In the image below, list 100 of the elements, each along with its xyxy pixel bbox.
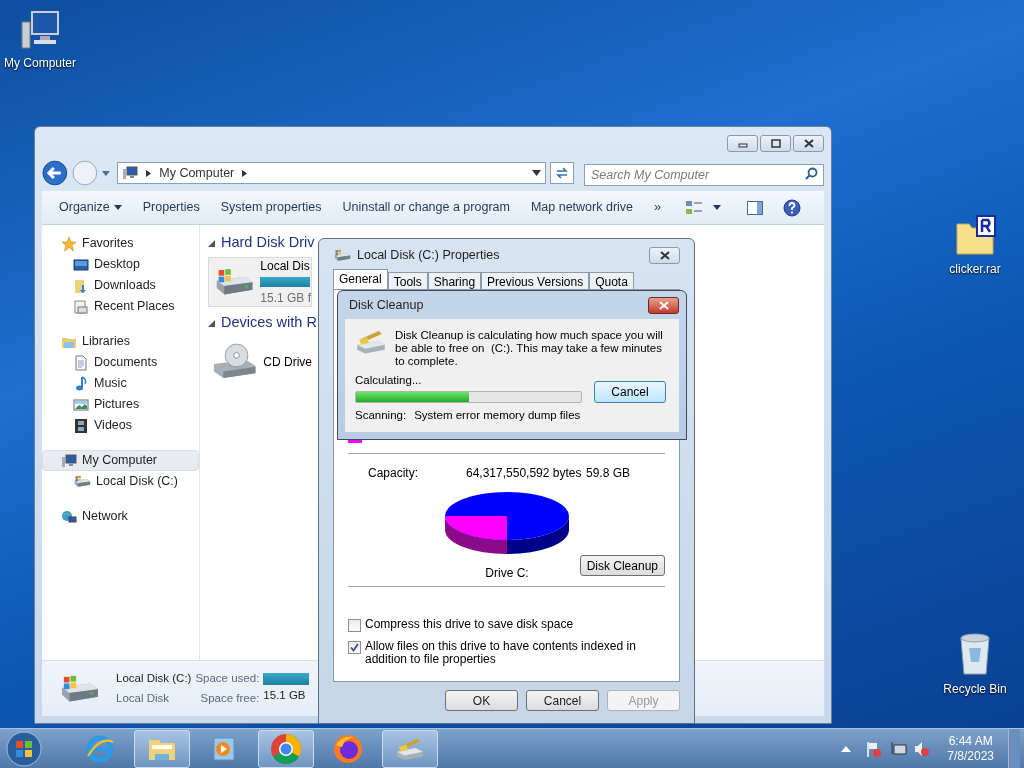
capacity-bytes: 64,317,550,592 bytes xyxy=(466,465,583,482)
space-free-label: Space free: xyxy=(200,690,260,706)
picture-icon xyxy=(73,396,89,413)
taskbar-button[interactable] xyxy=(382,729,438,768)
help-icon[interactable] xyxy=(783,198,801,217)
nav-item[interactable]: Libraries xyxy=(42,331,199,352)
network-icon xyxy=(61,508,77,525)
disk-cleanup-button[interactable]: Disk Cleanup xyxy=(579,555,665,576)
usage-bar xyxy=(260,277,311,287)
desktop-icon-label[interactable]: My Computer xyxy=(4,54,76,72)
toolbar-button[interactable]: Map network drive xyxy=(523,195,641,220)
preview-pane-icon[interactable] xyxy=(747,200,763,215)
film-icon xyxy=(73,417,89,434)
disk-cleanup-icon xyxy=(355,329,387,355)
desktop-icon xyxy=(73,256,89,273)
nav-item[interactable]: Local Disk (C:) xyxy=(42,471,199,492)
nav-item[interactable]: Downloads xyxy=(42,275,199,296)
history-dropdown-icon[interactable] xyxy=(101,169,112,177)
folder-download-icon xyxy=(73,277,89,294)
checkbox-label: Compress this drive to save disk space xyxy=(365,618,575,631)
drive-name: CD Drive xyxy=(263,354,312,371)
music-note-icon xyxy=(73,375,89,392)
tab[interactable]: Previous Versions xyxy=(481,272,590,289)
nav-item[interactable]: My Computer xyxy=(42,450,199,471)
collapse-icon[interactable] xyxy=(208,319,215,327)
collapse-icon[interactable] xyxy=(208,239,215,247)
drive-tile[interactable]: CD Drive xyxy=(208,337,312,387)
view-options-icon[interactable] xyxy=(685,199,703,216)
search-icon xyxy=(804,167,818,180)
minimize-button[interactable] xyxy=(727,135,758,152)
close-button[interactable] xyxy=(649,246,680,264)
maximize-button[interactable] xyxy=(760,135,791,152)
dropdown-icon[interactable] xyxy=(532,170,542,176)
status-text: Calculating... xyxy=(355,373,423,388)
desktop-icon-label[interactable]: clicker.rar xyxy=(949,260,1001,278)
chevron-icon xyxy=(242,169,248,177)
back-button[interactable] xyxy=(42,160,68,186)
group-header: Hard Disk Driv xyxy=(221,233,315,253)
checkbox[interactable] xyxy=(348,641,361,654)
show-hidden-icons-icon[interactable] xyxy=(841,745,852,752)
tab[interactable]: General xyxy=(333,269,388,289)
refresh-button[interactable] xyxy=(550,162,574,184)
space-used-label: Space used: xyxy=(195,671,260,687)
tab[interactable]: Tools xyxy=(387,272,428,289)
toolbar-button[interactable]: Properties xyxy=(135,195,207,220)
computer-icon xyxy=(18,8,62,52)
start-button[interactable] xyxy=(4,728,44,768)
refresh-icon xyxy=(555,167,570,179)
dialog-title: Disk Cleanup xyxy=(349,296,425,314)
nav-item[interactable]: Documents xyxy=(42,352,199,373)
taskbar-button[interactable] xyxy=(134,729,190,768)
drive-name: Local Disk (C:) xyxy=(116,671,192,687)
taskbar-button[interactable] xyxy=(258,729,314,768)
archive-file-icon xyxy=(953,214,997,258)
document-icon xyxy=(73,354,89,371)
dropdown-icon[interactable] xyxy=(713,205,721,210)
scanning-item: System error memory dump files xyxy=(414,408,581,424)
usage-bar xyxy=(263,672,310,685)
nav-item[interactable]: Videos xyxy=(42,415,199,436)
toolbar-button[interactable]: » xyxy=(647,195,668,220)
disk-cleanup-icon xyxy=(395,736,425,761)
clock-date[interactable]: 7/8/2023 xyxy=(947,748,994,764)
network-monitor-icon[interactable] xyxy=(889,739,908,758)
organize-menu[interactable]: Organize xyxy=(52,195,129,220)
drive-free-space: 15.1 GB f xyxy=(260,290,311,307)
nav-item[interactable]: Music xyxy=(42,373,199,394)
capacity-size: 59.8 GB xyxy=(586,465,631,482)
scanning-label: Scanning: xyxy=(355,408,407,424)
close-button[interactable] xyxy=(648,296,679,314)
chrome-icon xyxy=(270,732,302,765)
dialog-button[interactable]: OK xyxy=(445,690,518,711)
address-bar[interactable]: My Computer xyxy=(117,162,547,184)
computer-icon xyxy=(61,452,77,469)
search-field[interactable]: Search My Computer xyxy=(583,164,824,186)
checkbox[interactable] xyxy=(348,619,361,632)
nav-item[interactable]: Favorites xyxy=(42,233,199,254)
recent-places-icon xyxy=(73,298,89,315)
close-button[interactable] xyxy=(793,135,824,152)
drive-name: Local Dis xyxy=(260,258,311,275)
firefox-icon xyxy=(332,732,364,765)
dialog-button[interactable]: Cancel xyxy=(526,690,599,711)
group-header: Devices with R xyxy=(221,313,317,333)
chevron-icon xyxy=(146,169,152,177)
cancel-button[interactable]: Cancel xyxy=(594,381,666,404)
flag-error-icon[interactable] xyxy=(865,739,884,758)
close-icon xyxy=(802,139,815,148)
capacity-label: Capacity: xyxy=(368,465,420,482)
nav-item[interactable]: Recent Places xyxy=(42,296,199,317)
drive-label: Drive C: xyxy=(485,565,529,582)
nav-item[interactable]: Pictures xyxy=(42,394,199,415)
tab[interactable]: Quota xyxy=(589,272,634,289)
tab[interactable]: Sharing xyxy=(427,272,482,289)
desktop-icon-label[interactable]: Recycle Bin xyxy=(943,680,1007,698)
hard-disk-icon xyxy=(73,475,91,488)
toolbar-button[interactable]: System properties xyxy=(213,195,329,220)
toolbar-button[interactable]: Uninstall or change a program xyxy=(335,195,517,220)
drive-tile[interactable]: Local Dis 15.1 GB f xyxy=(208,257,312,307)
dialog-title: Local Disk (C:) Properties xyxy=(357,246,501,264)
nav-item[interactable]: Network xyxy=(42,506,199,527)
nav-item[interactable]: Desktop xyxy=(42,254,199,275)
